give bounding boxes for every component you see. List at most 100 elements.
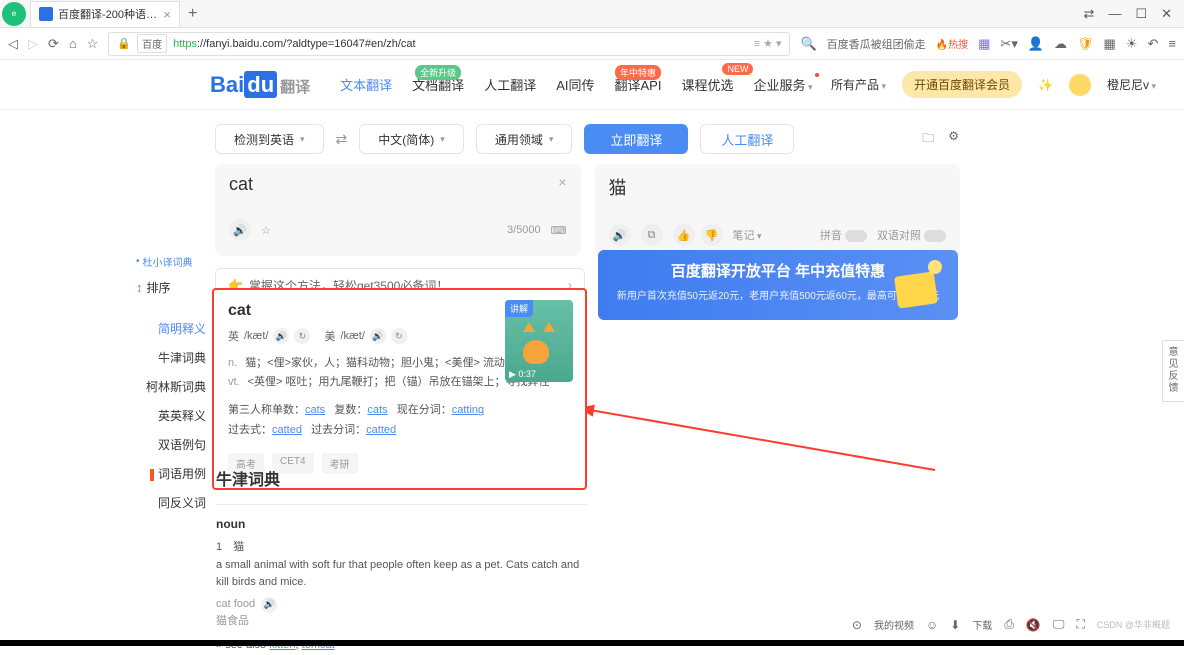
bilingual-toggle[interactable]: 双语对照 (877, 227, 946, 243)
speaker-out-icon[interactable]: 🔊 (609, 224, 631, 246)
char-count: 3/5000 (507, 224, 541, 236)
maximize-icon[interactable]: ☐ (1135, 6, 1147, 22)
sidebar-item-enen[interactable]: 英英释义 (136, 401, 206, 430)
notes-dropdown[interactable]: 笔记 (733, 227, 762, 243)
example-text: cat food (216, 596, 255, 614)
feedback-tab[interactable]: 意见反馈 (1162, 340, 1184, 402)
nav-ai-interp[interactable]: AI同传 (556, 75, 594, 94)
form-pres[interactable]: catting (452, 404, 484, 416)
folder-icon[interactable]: 🗀 (922, 129, 934, 150)
thumbs-down-icon[interactable]: 👎 (701, 224, 723, 246)
target-lang-select[interactable]: 中文(简体) (359, 124, 464, 154)
source-lang-select[interactable]: 检测到英语 (215, 124, 324, 154)
url-menu-icon[interactable]: ≡ ★ ▾ (754, 37, 782, 50)
vip-button[interactable]: 开通百度翻译会员 (902, 71, 1022, 98)
us-speaker-icon[interactable]: 🔊 (370, 328, 386, 344)
address-bar[interactable]: 🔒 百度 https://fanyi.baidu.com/?aldtype=16… (108, 32, 790, 56)
form-plural[interactable]: cats (367, 404, 387, 416)
video-duration: 0:37 (509, 369, 536, 380)
sidebar-item-collins[interactable]: 柯林斯词典 (136, 372, 206, 401)
undo-icon[interactable]: ↶ (1148, 36, 1159, 52)
menu-icon[interactable]: ≡ (1168, 36, 1176, 51)
minimize-icon[interactable]: — (1108, 6, 1121, 22)
speaker-icon[interactable]: 🔊 (229, 219, 251, 241)
example-gloss: 猫食品 (216, 613, 588, 631)
all-products-dropdown[interactable]: 所有产品 (831, 76, 886, 93)
user-icon[interactable]: 👤 (1028, 36, 1044, 52)
sort-button[interactable]: 排序 (136, 279, 206, 296)
toggle-icon[interactable]: ⇄ (1084, 6, 1095, 22)
nav-text-translate[interactable]: 文本翻译 (340, 75, 392, 94)
star-icon[interactable]: ☆ (87, 36, 99, 52)
us-repeat-icon[interactable]: ↻ (391, 328, 407, 344)
star-outline-icon[interactable]: ☆ (261, 224, 271, 237)
scissors-icon[interactable]: ✂▾ (1000, 36, 1017, 52)
promo-banner[interactable]: 百度翻译开放平台 年中充值特惠 新用户首次充值50元返20元，老用户充值500元… (598, 250, 958, 320)
browser-tab[interactable]: 百度翻译-200种语言互译、沟... × (30, 1, 180, 27)
gear-icon[interactable]: ⚙ (948, 129, 959, 150)
download-icon[interactable]: ⬇ (950, 618, 960, 632)
nav-courses[interactable]: 课程优选NEW (681, 75, 733, 94)
form-third[interactable]: cats (305, 404, 325, 416)
sun-icon[interactable]: ☀ (1126, 36, 1138, 52)
uk-repeat-icon[interactable]: ↻ (294, 328, 310, 344)
oxford-section: 牛津词典 noun 1 猫 a small animal with soft f… (216, 466, 588, 655)
search-icon[interactable]: 🔍 (800, 36, 816, 52)
pinyin-toggle[interactable]: 拼音 (820, 227, 867, 243)
sense-def: a small animal with soft fur that people… (216, 559, 579, 589)
mute-icon[interactable]: 🔇 (1026, 618, 1041, 632)
keyboard-icon[interactable]: ⌨ (551, 224, 567, 237)
reload-icon[interactable]: ⟳ (48, 36, 59, 52)
window-close-icon[interactable]: ✕ (1161, 6, 1172, 22)
url-scheme: https (173, 38, 197, 50)
hot-search-text[interactable]: 百度香瓜被组团偷走 (827, 36, 926, 52)
monitor-icon[interactable]: 🖵 (1053, 617, 1065, 632)
cloud-icon[interactable]: ☁ (1054, 36, 1067, 52)
thumbs-up-icon[interactable]: 👍 (673, 224, 695, 246)
smile-icon[interactable]: ☺ (926, 618, 938, 632)
dict-card: cat 英 /kæt/ 🔊↻ 美 /kæt/ 🔊↻ n.猫；<俚>家伙，人；猫科… (212, 288, 587, 490)
ext-icon[interactable]: ▦ (978, 36, 990, 52)
swap-icon[interactable]: ⇄ (336, 131, 348, 148)
lock-icon: 🔒 (117, 37, 131, 50)
back-icon[interactable]: ◁ (8, 36, 18, 52)
copy-icon[interactable]: ⧉ (641, 224, 663, 246)
browser-logo-icon: e (2, 2, 26, 26)
play-dot-icon[interactable]: ⊙ (852, 618, 862, 632)
uk-speaker-icon[interactable]: 🔊 (273, 328, 289, 344)
avatar[interactable] (1069, 74, 1091, 96)
form-past[interactable]: catted (272, 424, 302, 436)
domain-select[interactable]: 通用领域 (476, 124, 573, 154)
nav-enterprise[interactable]: 企业服务 (753, 75, 812, 94)
sidebar-item-oxford[interactable]: 牛津词典 (136, 343, 206, 372)
tab-favicon-icon (39, 7, 53, 21)
human-translate-button[interactable]: 人工翻译 (700, 124, 794, 154)
username[interactable]: 橙尼尼v (1107, 76, 1156, 93)
shield-icon[interactable]: 🛡 (1077, 36, 1094, 52)
printer-icon[interactable]: ⎙ (1004, 617, 1014, 632)
fullscreen-icon[interactable]: ⛶ (1076, 617, 1084, 632)
sidebar-item-brief[interactable]: 简明释义 (136, 314, 206, 343)
form-pastp[interactable]: catted (366, 424, 396, 436)
wand-icon[interactable]: ✨ (1038, 78, 1053, 92)
sidebar-item-usage[interactable]: 词语用例 (136, 459, 206, 488)
sidebar-item-synant[interactable]: 同反义词 (136, 488, 206, 517)
nav-human-translate[interactable]: 人工翻译 (484, 75, 536, 94)
translate-button[interactable]: 立即翻译 (584, 124, 688, 154)
nav-doc-translate[interactable]: 全新升级文档翻译 (412, 75, 464, 94)
forward-icon[interactable]: ▷ (28, 36, 38, 52)
bottom-status-bar: ⊙我的视频 ☺ ⬇下载 ⎙ 🔇 🖵 ⛶ CSDN @华非概题 (852, 617, 1170, 632)
new-tab-button[interactable]: + (188, 5, 197, 23)
home-icon[interactable]: ⌂ (69, 36, 77, 51)
clear-input-icon[interactable]: × (558, 174, 566, 190)
apps-icon[interactable]: ▦ (1104, 36, 1116, 52)
baidu-fanyi-logo[interactable]: Baidu翻译 (210, 72, 310, 98)
site-chip: 百度 (137, 34, 167, 53)
nav-api[interactable]: 年中特惠翻译API (615, 75, 662, 94)
explainer-video[interactable]: 讲解 0:37 (505, 300, 573, 382)
example-speaker-icon[interactable]: 🔊 (261, 597, 277, 613)
source-input[interactable] (229, 174, 567, 195)
tab-close-icon[interactable]: × (163, 7, 171, 22)
sidebar-item-bilingual[interactable]: 双语例句 (136, 430, 206, 459)
tab-title: 百度翻译-200种语言互译、沟... (58, 6, 157, 22)
